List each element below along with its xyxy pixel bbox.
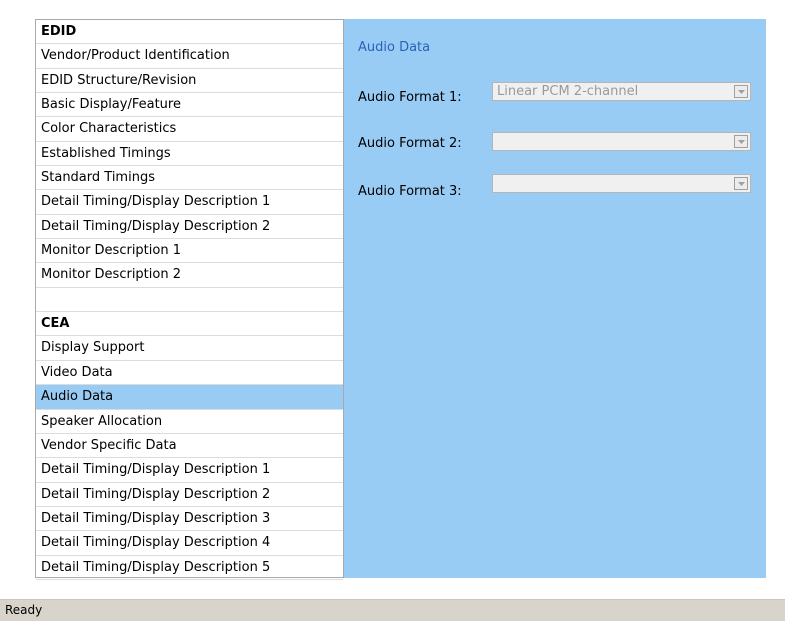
audio-format-1-label: Audio Format 1: — [358, 90, 462, 105]
nav-item[interactable]: Speaker Allocation — [36, 410, 343, 434]
audio-format-2-select[interactable] — [492, 132, 751, 151]
nav-item[interactable]: Detail Timing/Display Description 2 — [36, 215, 343, 240]
nav-item[interactable]: Audio Data — [36, 385, 343, 410]
nav-section-header: EDID — [36, 20, 343, 45]
audio-format-3-select[interactable] — [492, 174, 751, 193]
nav-item[interactable]: Detail Timing/Display Description 1 — [36, 458, 343, 483]
nav-item[interactable]: Display Support — [36, 336, 343, 361]
nav-item[interactable]: Video Data — [36, 361, 343, 386]
nav-section-header: CEA — [36, 312, 343, 337]
chevron-down-icon[interactable] — [734, 177, 748, 190]
nav-item[interactable]: Detail Timing/Display Description 1 — [36, 190, 343, 215]
nav-item[interactable]: Detail Timing/Display Description 5 — [36, 556, 343, 580]
nav-item[interactable]: EDID Structure/Revision — [36, 69, 343, 94]
nav-item[interactable]: Vendor Specific Data — [36, 434, 343, 459]
status-bar: Ready — [0, 599, 785, 621]
nav-spacer — [36, 288, 343, 313]
nav-item[interactable]: Color Characteristics — [36, 117, 343, 142]
nav-item[interactable]: Monitor Description 1 — [36, 239, 343, 264]
nav-item[interactable]: Vendor/Product Identification — [36, 44, 343, 69]
nav-item[interactable]: Basic Display/Feature — [36, 93, 343, 118]
detail-panel: Audio Data Audio Format 1: Linear PCM 2-… — [344, 19, 766, 578]
section-tree[interactable]: EDID Vendor/Product Identification EDID St… — [35, 19, 344, 580]
audio-format-2-label: Audio Format 2: — [358, 136, 462, 151]
audio-format-3-label: Audio Format 3: — [358, 184, 462, 199]
nav-item[interactable]: Established Timings — [36, 142, 343, 167]
audio-format-1-select[interactable]: Linear PCM 2-channel — [492, 82, 751, 101]
nav-item[interactable]: Detail Timing/Display Description 3 — [36, 507, 343, 532]
chevron-down-icon[interactable] — [734, 85, 748, 98]
nav-item[interactable]: Detail Timing/Display Description 2 — [36, 483, 343, 507]
main-area: EDID Vendor/Product Identification EDID St… — [0, 0, 785, 599]
nav-item[interactable]: Standard Timings — [36, 166, 343, 191]
detail-title: Audio Data — [358, 40, 431, 55]
nav-item[interactable]: Detail Timing/Display Description 4 — [36, 531, 343, 556]
audio-format-1-value: Linear PCM 2-channel — [497, 84, 639, 99]
chevron-down-icon[interactable] — [734, 135, 748, 148]
nav-item[interactable]: Monitor Description 2 — [36, 263, 343, 288]
status-text: Ready — [5, 603, 43, 617]
